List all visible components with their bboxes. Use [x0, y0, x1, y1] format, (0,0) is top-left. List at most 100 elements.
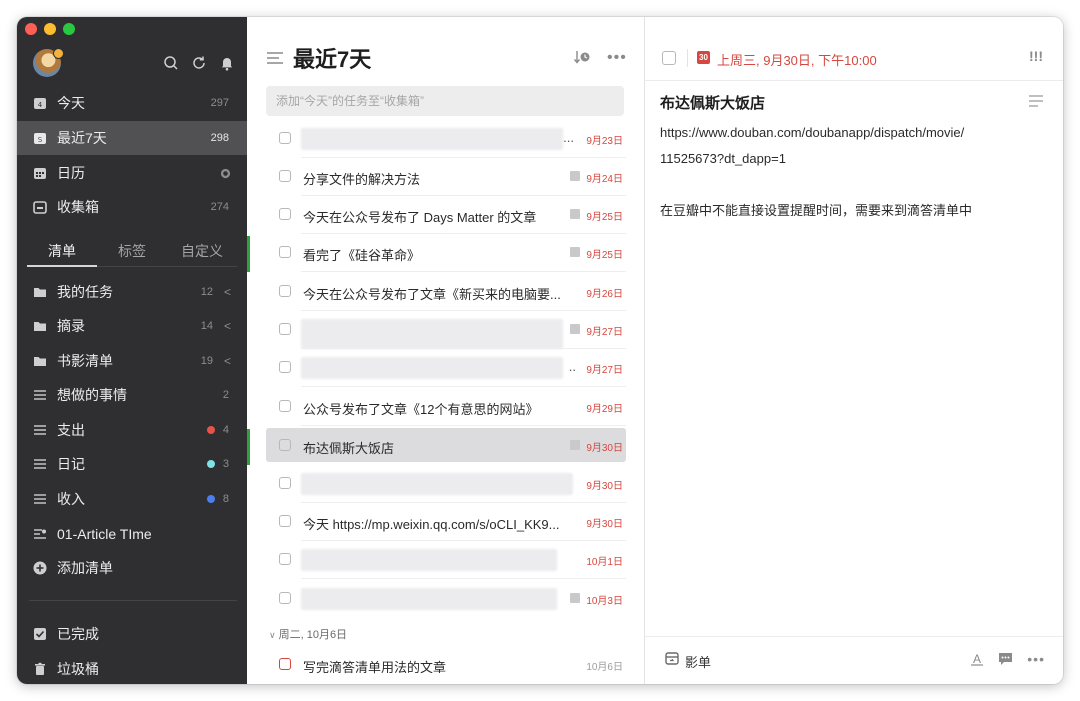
- tab-tags[interactable]: 标签: [118, 241, 146, 261]
- task-title: 今天在公众号发布了 Days Matter 的文章: [303, 210, 537, 225]
- task-row[interactable]: 9月27日: [266, 311, 626, 349]
- sidebar-item-today[interactable]: 4 今天 297: [17, 86, 247, 120]
- detail-content[interactable]: https://www.douban.com/doubanapp/dispatc…: [660, 120, 1050, 224]
- list-color-dot: [207, 426, 215, 434]
- task-checkbox[interactable]: [279, 323, 291, 335]
- task-row[interactable]: 写完滴答清单用法的文章 10月6日: [266, 646, 626, 684]
- tab-lists[interactable]: 清单: [48, 241, 76, 261]
- sidebar-item-expenses[interactable]: 支出 4: [17, 413, 247, 447]
- detail-title[interactable]: 布达佩斯大饭店: [660, 92, 765, 113]
- task-row[interactable]: 分享文件的解决方法 9月24日: [266, 158, 626, 196]
- sidebar-item-count: 14: [200, 320, 213, 332]
- priority-icon[interactable]: !!!: [1029, 48, 1043, 64]
- tab-custom[interactable]: 自定义: [181, 241, 223, 261]
- minimize-window-button[interactable]: [44, 23, 56, 35]
- calendar-icon[interactable]: 30: [697, 51, 710, 64]
- window-controls: [25, 23, 75, 35]
- svg-text:4: 4: [38, 101, 43, 109]
- task-checkbox[interactable]: [279, 400, 291, 412]
- more-options-icon[interactable]: •••: [1027, 651, 1045, 667]
- avatar-badge: [53, 48, 64, 59]
- task-row[interactable]: 10月3日: [266, 580, 626, 618]
- sidebar-item-next7days[interactable]: S 最近7天 298: [17, 121, 247, 155]
- task-row[interactable]: .. 9月27日: [266, 349, 626, 387]
- sidebar-item-count: 8: [222, 493, 229, 505]
- sort-icon[interactable]: [574, 50, 590, 64]
- add-task-input[interactable]: [266, 86, 624, 116]
- sidebar-item-completed[interactable]: 已完成: [17, 617, 247, 651]
- note-icon: [570, 171, 580, 181]
- task-checkbox[interactable]: [279, 361, 291, 373]
- add-list-button[interactable]: 添加清单: [17, 551, 247, 585]
- detail-checkbox[interactable]: [662, 51, 676, 65]
- sidebar-item-label: 我的任务: [57, 284, 113, 300]
- task-checkbox[interactable]: [279, 170, 291, 182]
- sidebar-item-label: 01-Article TIme: [57, 526, 152, 542]
- sidebar-item-count: 19: [200, 355, 213, 367]
- sidebar-item-inbox[interactable]: 收集箱 274: [17, 190, 247, 224]
- list-color-dot: [207, 495, 215, 503]
- chevron-down-icon[interactable]: ∨: [269, 630, 276, 640]
- close-window-button[interactable]: [25, 23, 37, 35]
- text-format-icon[interactable]: [1029, 95, 1043, 107]
- sidebar-item-article-time[interactable]: 01-Article TIme: [17, 517, 247, 551]
- font-style-icon[interactable]: A: [970, 652, 984, 666]
- task-checkbox[interactable]: [279, 477, 291, 489]
- chevron-left-icon[interactable]: <: [224, 354, 231, 368]
- task-row[interactable]: 今天在公众号发布了 Days Matter 的文章 9月25日: [266, 196, 626, 234]
- task-list-pane: 最近7天 ••• ... 9月23日 分享文件的解决方法 9月24日 今天在公众…: [247, 17, 644, 684]
- task-row[interactable]: 今天在公众号发布了文章《新买来的电脑要... 9月26日: [266, 273, 626, 311]
- search-icon[interactable]: [163, 55, 179, 71]
- task-date: 10月1日: [586, 557, 623, 568]
- list-name[interactable]: 影单: [685, 652, 711, 671]
- group-header[interactable]: ∨ 周二, 10月6日: [269, 626, 347, 642]
- sync-icon[interactable]: [191, 55, 207, 71]
- task-checkbox[interactable]: [279, 592, 291, 604]
- task-row[interactable]: 今天 https://mp.weixin.qq.com/s/oCLI_KK9..…: [266, 503, 626, 541]
- task-checkbox[interactable]: [279, 132, 291, 144]
- zoom-window-button[interactable]: [63, 23, 75, 35]
- sidebar-item-count: 3: [222, 458, 229, 470]
- task-checkbox[interactable]: [279, 285, 291, 297]
- task-checkbox[interactable]: [279, 439, 291, 451]
- sidebar-item-diary[interactable]: 日记 3: [17, 447, 247, 481]
- move-to-list-icon[interactable]: [665, 652, 679, 665]
- more-options-icon[interactable]: •••: [607, 49, 627, 67]
- task-date: 9月29日: [586, 404, 623, 415]
- sidebar-item-calendar[interactable]: 日历: [17, 156, 247, 190]
- sidebar-item-trash[interactable]: 垃圾桶: [17, 652, 247, 684]
- task-checkbox[interactable]: [279, 515, 291, 527]
- sidebar-divider: [29, 600, 237, 601]
- task-row[interactable]: 看完了《硅谷革命》 9月25日: [266, 234, 626, 272]
- note-icon: [570, 440, 580, 450]
- task-title: 看完了《硅谷革命》: [303, 248, 421, 263]
- sidebar-item-wishlist[interactable]: 想做的事情 2: [17, 378, 247, 412]
- bell-icon[interactable]: [219, 55, 235, 71]
- task-checkbox[interactable]: [279, 658, 291, 670]
- task-checkbox[interactable]: [279, 246, 291, 258]
- task-row-selected[interactable]: 布达佩斯大饭店 9月30日: [266, 428, 626, 462]
- content-line: [660, 172, 1050, 198]
- task-row[interactable]: 10月1日: [266, 541, 626, 579]
- comment-icon[interactable]: [998, 652, 1013, 666]
- sidebar-item-label: 最近7天: [57, 130, 107, 146]
- task-checkbox[interactable]: [279, 208, 291, 220]
- svg-text:S: S: [38, 136, 43, 144]
- task-row[interactable]: 9月30日: [266, 465, 626, 503]
- task-row[interactable]: ... 9月23日: [266, 120, 626, 158]
- chevron-left-icon[interactable]: <: [224, 319, 231, 333]
- task-row[interactable]: 公众号发布了文章《12个有意思的网站》 9月29日: [266, 388, 626, 426]
- hidden-list-icon[interactable]: [220, 168, 231, 179]
- menu-icon[interactable]: [267, 52, 283, 64]
- task-checkbox[interactable]: [279, 553, 291, 565]
- sidebar-item-books-movies[interactable]: 书影清单 19 <: [17, 344, 247, 378]
- sidebar-item-excerpts[interactable]: 摘录 14 <: [17, 309, 247, 343]
- task-date: 9月27日: [586, 327, 623, 338]
- chevron-left-icon[interactable]: <: [224, 285, 231, 299]
- due-date[interactable]: 上周三, 9月30日, 下午10:00: [717, 50, 877, 69]
- sidebar-item-my-tasks[interactable]: 我的任务 12 <: [17, 275, 247, 309]
- task-title: 布达佩斯大饭店: [303, 441, 395, 456]
- sidebar-item-income[interactable]: 收入 8: [17, 482, 247, 516]
- task-date: 9月26日: [586, 289, 623, 300]
- sidebar-item-label: 今天: [57, 95, 85, 111]
